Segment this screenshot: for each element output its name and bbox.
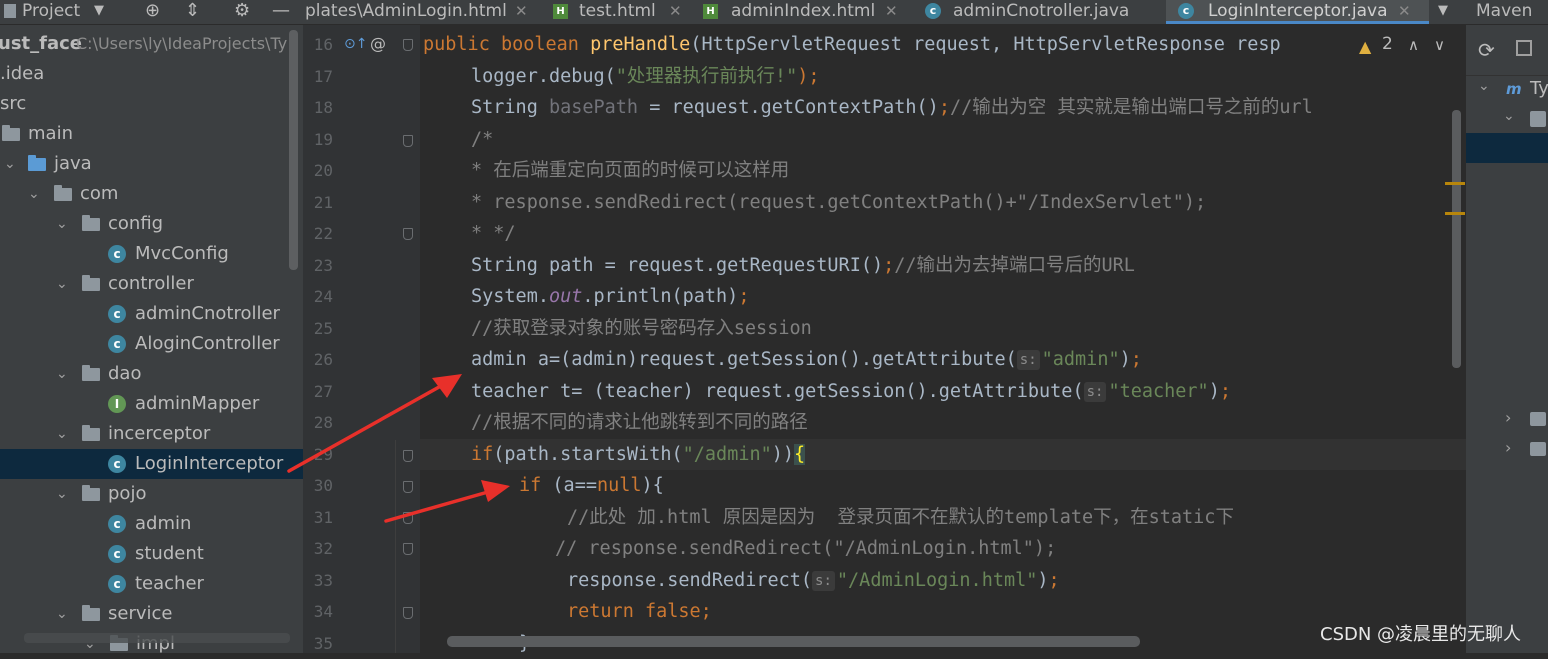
annotation-arrow-2	[384, 480, 510, 523]
annotation-arrow-1	[287, 374, 462, 473]
watermark: CSDN @凌晨里的无聊人	[1320, 624, 1522, 645]
annotation-arrows	[287, 374, 510, 523]
